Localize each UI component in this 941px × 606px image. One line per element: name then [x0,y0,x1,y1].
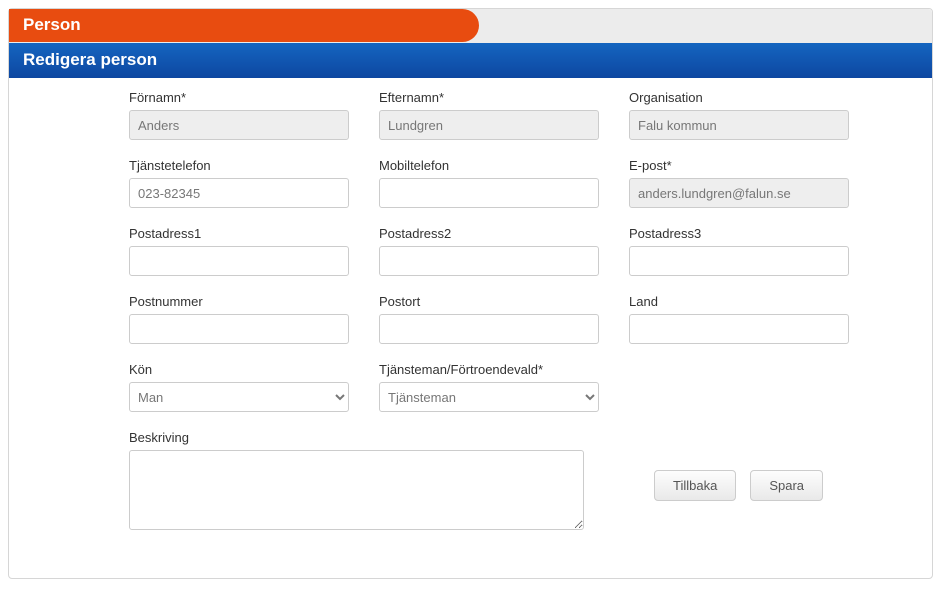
form-area: Förnamn* Efternamn* Organisation Tjänste… [9,78,932,578]
label-kon: Kön [129,362,349,377]
input-organisation[interactable] [629,110,849,140]
button-row: Tillbaka Spara [614,430,823,501]
input-epost[interactable] [629,178,849,208]
field-postadress3: Postadress3 [629,226,849,276]
field-postnummer: Postnummer [129,294,349,344]
header-bar: Person [9,9,932,43]
field-land: Land [629,294,849,344]
input-tjanstetelefon[interactable] [129,178,349,208]
input-postort[interactable] [379,314,599,344]
label-efternamn: Efternamn* [379,90,599,105]
field-postadress1: Postadress1 [129,226,349,276]
input-postadress2[interactable] [379,246,599,276]
label-postadress2: Postadress2 [379,226,599,241]
input-mobiltelefon[interactable] [379,178,599,208]
label-organisation: Organisation [629,90,849,105]
label-land: Land [629,294,849,309]
label-epost: E-post* [629,158,849,173]
field-kon: Kön Man [129,362,349,412]
field-beskrivning: Beskriving [129,430,584,530]
input-fornamn[interactable] [129,110,349,140]
label-postadress1: Postadress1 [129,226,349,241]
section-pill: Person [9,9,479,42]
input-efternamn[interactable] [379,110,599,140]
label-fornamn: Förnamn* [129,90,349,105]
field-epost: E-post* [629,158,849,208]
label-postort: Postort [379,294,599,309]
label-postadress3: Postadress3 [629,226,849,241]
textarea-beskrivning[interactable] [129,450,584,530]
field-mobiltelefon: Mobiltelefon [379,158,599,208]
field-fornamn: Förnamn* [129,90,349,140]
select-kon[interactable]: Man [129,382,349,412]
field-postort: Postort [379,294,599,344]
label-postnummer: Postnummer [129,294,349,309]
field-organisation: Organisation [629,90,849,140]
input-land[interactable] [629,314,849,344]
field-postadress2: Postadress2 [379,226,599,276]
tillbaka-button[interactable]: Tillbaka [654,470,736,501]
sub-header: Redigera person [9,43,932,78]
input-postadress3[interactable] [629,246,849,276]
field-tjansteman: Tjänsteman/Förtroendevald* Tjänsteman [379,362,599,412]
spara-button[interactable]: Spara [750,470,823,501]
label-tjanstetelefon: Tjänstetelefon [129,158,349,173]
label-tjansteman: Tjänsteman/Förtroendevald* [379,362,599,377]
field-tjanstetelefon: Tjänstetelefon [129,158,349,208]
field-efternamn: Efternamn* [379,90,599,140]
input-postnummer[interactable] [129,314,349,344]
input-postadress1[interactable] [129,246,349,276]
person-card: Person Redigera person Förnamn* Efternam… [8,8,933,579]
select-tjansteman[interactable]: Tjänsteman [379,382,599,412]
label-beskrivning: Beskriving [129,430,584,445]
label-mobiltelefon: Mobiltelefon [379,158,599,173]
